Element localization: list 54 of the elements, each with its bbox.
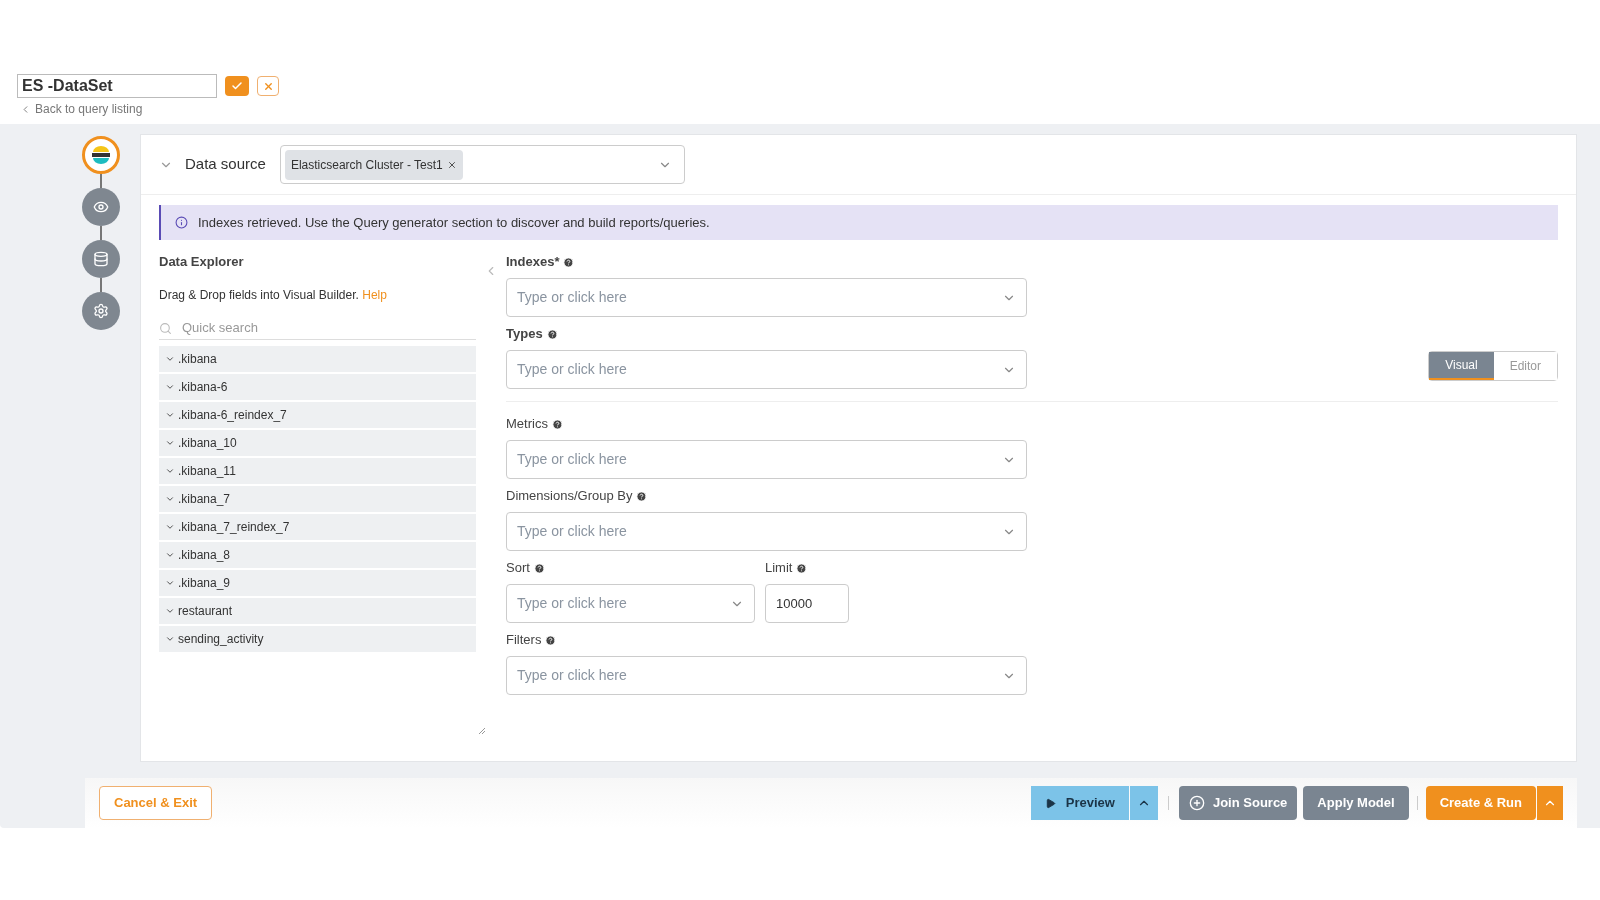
search-icon (159, 321, 172, 335)
index-tree-item[interactable]: .kibana_9 (159, 569, 476, 596)
preview-expand-button[interactable] (1129, 786, 1158, 820)
explorer-title: Data Explorer (159, 253, 245, 271)
gear-icon (93, 303, 109, 319)
index-tree-item[interactable]: .kibana-6 (159, 373, 476, 400)
help-icon[interactable] (545, 634, 557, 646)
info-icon (175, 216, 188, 229)
cluster-logo-icon (89, 143, 113, 167)
eye-icon (93, 199, 109, 215)
cancel-button[interactable] (257, 76, 279, 96)
index-tree-item[interactable]: .kibana-6_reindex_7 (159, 401, 476, 428)
help-icon[interactable] (533, 562, 545, 574)
index-tree-item[interactable]: .kibana_7 (159, 485, 476, 512)
play-icon (1044, 797, 1056, 809)
field-label: Types (506, 325, 543, 344)
field-label: Dimensions/Group By (506, 487, 633, 506)
limit-input[interactable]: 10000 (765, 584, 849, 623)
mode-tab[interactable]: Visual (1429, 352, 1494, 380)
remove-icon[interactable] (446, 159, 457, 170)
close-icon (262, 80, 274, 92)
resize-handle-icon[interactable] (478, 727, 486, 735)
check-icon (231, 80, 243, 92)
field-label: Filters (506, 631, 542, 650)
plus-circle-icon (1188, 795, 1205, 811)
index-tree-item[interactable]: .kibana (159, 345, 476, 372)
join-source-button[interactable]: Join Source (1178, 786, 1298, 820)
help-icon[interactable] (551, 418, 563, 430)
help-icon[interactable] (546, 328, 558, 340)
preview-button[interactable]: Preview (1030, 786, 1129, 820)
title-field[interactable]: ES -DataSet (17, 74, 217, 98)
confirm-button[interactable] (225, 76, 249, 96)
field-label: Metrics (506, 415, 548, 434)
field-label: Sort (506, 559, 530, 578)
step-button[interactable] (82, 136, 120, 174)
back-link-text: Back to query listing (35, 101, 143, 118)
index-tree-item[interactable]: .kibana_10 (159, 429, 476, 456)
index-tree-item[interactable]: .kibana_7_reindex_7 (159, 513, 476, 540)
field-label: Limit (765, 559, 793, 578)
data-source-tag: Elasticsearch Cluster - Test1 (284, 149, 463, 180)
explorer-hint: Drag & Drop fields into Visual Builder. (159, 287, 360, 302)
index-tree-item[interactable]: restaurant (159, 597, 476, 624)
index-tree-item[interactable]: sending_activity (159, 625, 476, 652)
data-source-label: Data source (185, 154, 266, 175)
index-tree-item[interactable]: .kibana_8 (159, 541, 476, 568)
help-icon[interactable] (563, 256, 575, 268)
info-message: Indexes retrieved. Use the Query generator section to discover and build reports/queries. (198, 213, 710, 232)
data-source-select[interactable]: Elasticsearch Cluster - Test1 (279, 145, 685, 184)
apply-model-button[interactable]: Apply Model (1303, 786, 1409, 820)
index-tree-item[interactable]: .kibana_11 (159, 457, 476, 484)
help-icon[interactable] (796, 562, 808, 574)
database-icon (93, 251, 109, 267)
field-label: Indexes* (506, 253, 560, 272)
help-icon[interactable] (636, 490, 648, 502)
